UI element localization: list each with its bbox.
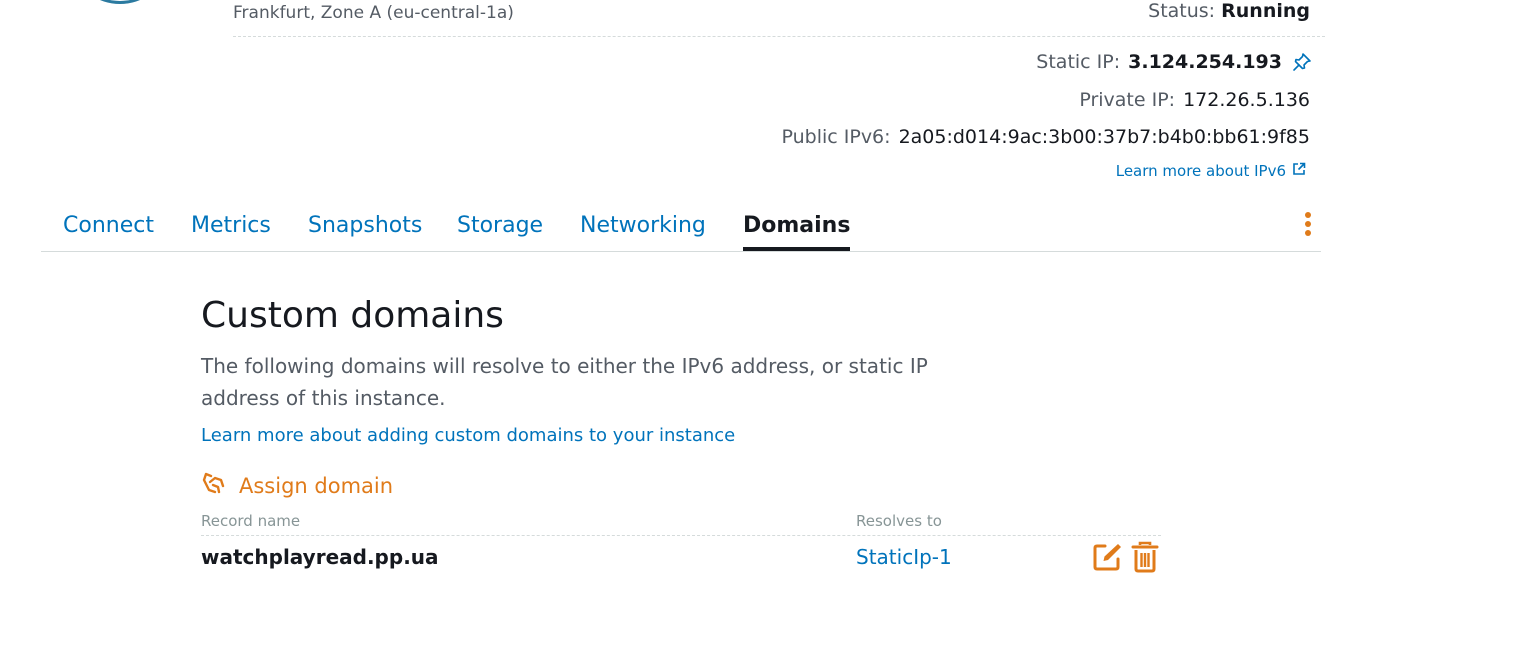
learn-custom-domains-link[interactable]: Learn more about adding custom domains t…: [201, 425, 735, 446]
resolves-to-link[interactable]: StaticIp-1: [856, 545, 952, 569]
assign-domain-icon: [201, 470, 227, 501]
assign-domain-label: Assign domain: [239, 473, 394, 498]
status-value: Running: [1221, 0, 1310, 22]
private-ip-label: Private IP:: [1079, 89, 1176, 111]
header-divider: [233, 36, 1325, 37]
ipv6-row: Public IPv6: 2a05:d014:9ac:3b00:37b7:b4b…: [781, 126, 1310, 148]
ipv6-value: 2a05:d014:9ac:3b00:37b7:b4b0:bb61:9f85: [898, 126, 1310, 148]
static-ip-row: Static IP: 3.124.254.193: [1036, 51, 1312, 73]
pin-icon[interactable]: [1292, 52, 1312, 72]
tab-networking[interactable]: Networking: [580, 206, 706, 250]
learn-ipv6-link[interactable]: Learn more about IPv6: [1116, 162, 1306, 180]
table-header-divider: [201, 535, 1161, 536]
tab-storage[interactable]: Storage: [457, 206, 543, 250]
static-ip-value: 3.124.254.193: [1128, 51, 1282, 73]
private-ip-value: 172.26.5.136: [1183, 89, 1310, 111]
learn-ipv6-label: Learn more about IPv6: [1115, 162, 1286, 180]
instance-status: Status: Running: [1148, 0, 1310, 22]
tab-domains[interactable]: Domains: [743, 206, 851, 251]
tab-connect[interactable]: Connect: [63, 206, 154, 250]
static-ip-label: Static IP:: [1036, 51, 1121, 73]
instance-avatar: [78, 0, 162, 4]
column-header-record: Record name: [201, 512, 301, 530]
external-link-icon: [1292, 162, 1306, 180]
status-label: Status:: [1148, 0, 1216, 22]
section-description: The following domains will resolve to ei…: [201, 354, 928, 410]
tab-metrics[interactable]: Metrics: [191, 206, 271, 250]
record-name: watchplayread.pp.ua: [201, 545, 439, 569]
tab-snapshots[interactable]: Snapshots: [308, 206, 422, 250]
instance-tabs: Connect Metrics Snapshots Storage Networ…: [41, 206, 1321, 252]
private-ip-row: Private IP: 172.26.5.136: [1079, 89, 1310, 111]
assign-domain-button[interactable]: Assign domain: [201, 470, 393, 501]
edit-icon[interactable]: [1091, 541, 1123, 573]
delete-icon[interactable]: [1130, 541, 1162, 573]
page-title: Custom domains: [201, 295, 504, 336]
more-actions-icon[interactable]: [1302, 212, 1314, 238]
ipv6-label: Public IPv6:: [781, 126, 891, 148]
instance-location: Frankfurt, Zone A (eu-central-1a): [233, 3, 514, 23]
column-header-resolves: Resolves to: [856, 512, 942, 530]
